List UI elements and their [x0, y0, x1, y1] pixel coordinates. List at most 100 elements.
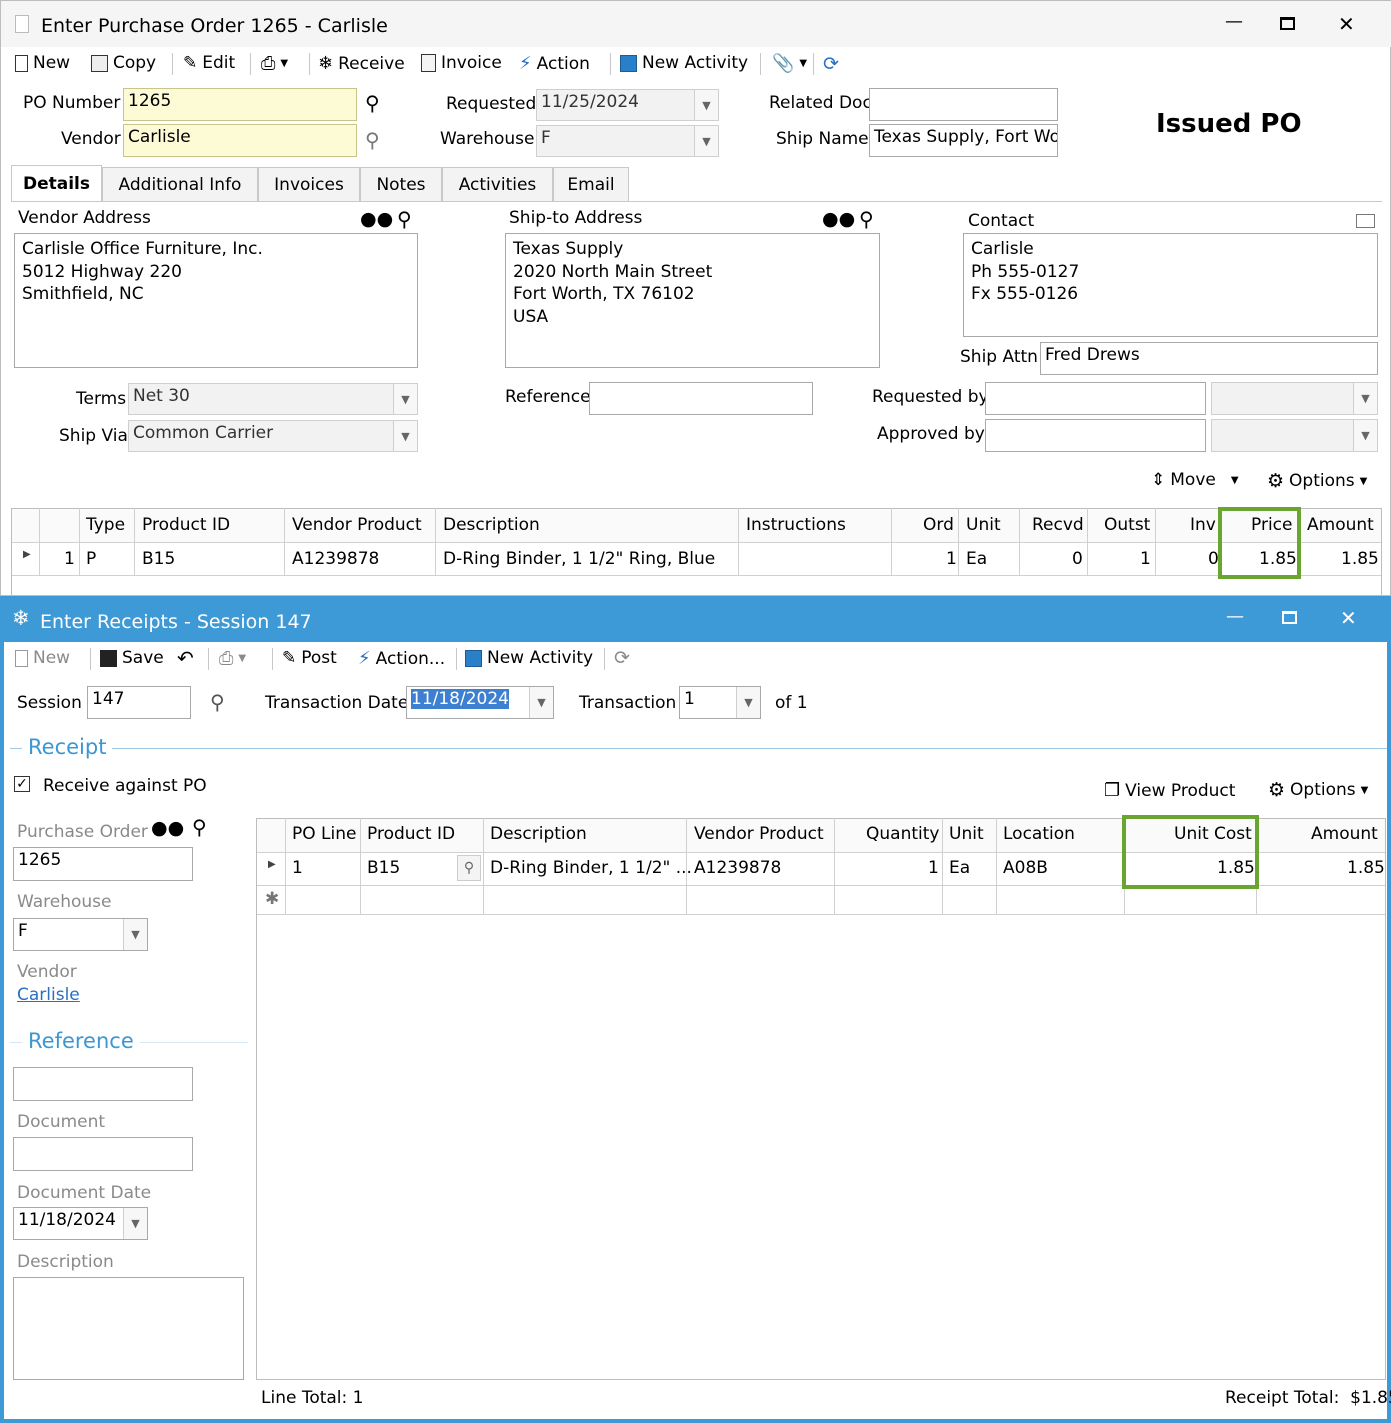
new-activity-button[interactable]: New Activity [620, 53, 748, 73]
new-button[interactable]: New [15, 53, 70, 73]
requested-date-field[interactable]: 11/25/2024 ▼ [536, 89, 719, 121]
chevron-down-icon[interactable]: ▼ [694, 90, 718, 120]
column-header-quantity[interactable]: Quantity [866, 824, 939, 844]
column-header-ord[interactable]: Ord [923, 515, 954, 535]
column-header-vendor-product[interactable]: Vendor Product [292, 515, 422, 535]
attachment-button[interactable]: 📎 ▼ [772, 53, 807, 74]
tab-invoices[interactable]: Invoices [258, 167, 360, 201]
contact-box[interactable]: Carlisle Ph 555-0127 Fx 555-0126 [963, 233, 1378, 337]
action-button[interactable]: ⚡ Action... [358, 648, 445, 669]
new-button[interactable]: New [15, 648, 70, 668]
tab-activities[interactable]: Activities [442, 167, 553, 201]
chevron-down-icon[interactable]: ▼ [529, 687, 553, 718]
chevron-down-icon[interactable]: ▼ [123, 919, 147, 950]
chevron-down-icon[interactable]: ▼ [1353, 420, 1377, 451]
chevron-down-icon[interactable]: ▼ [123, 1208, 147, 1239]
copy-button[interactable]: Copy [91, 53, 156, 73]
post-button[interactable]: ✎ Post [282, 648, 337, 668]
close-button[interactable]: ✕ [1338, 12, 1355, 36]
document-input[interactable] [13, 1137, 193, 1171]
refresh-button[interactable]: ⟳ [614, 647, 630, 669]
column-header-inv[interactable]: Inv [1190, 515, 1216, 535]
maximize-button[interactable] [1280, 17, 1295, 30]
chevron-down-icon[interactable]: ▼ [1353, 383, 1377, 414]
maximize-button[interactable] [1282, 611, 1297, 624]
column-header-amount[interactable]: Amount [1311, 824, 1378, 844]
view-product-button[interactable]: ❐ View Product [1104, 780, 1235, 801]
chevron-down-icon[interactable]: ▼ [393, 421, 417, 451]
move-button[interactable]: ⇕ Move ▼ [1151, 470, 1239, 490]
receive-against-po-checkbox[interactable]: ✓ [14, 776, 30, 792]
terms-select[interactable]: Net 30 ▼ [128, 383, 418, 415]
approved-by-select[interactable]: ▼ [1211, 419, 1378, 452]
column-header-outst[interactable]: Outst [1104, 515, 1150, 535]
column-header-po-line[interactable]: PO Line [292, 824, 356, 844]
binoculars-icon[interactable]: ●● [822, 208, 855, 230]
action-button[interactable]: ⚡ Action [519, 53, 590, 74]
column-header-product-id[interactable]: Product ID [367, 824, 455, 844]
binoculars-icon[interactable]: ●● [360, 208, 393, 230]
ship-name-input[interactable]: Texas Supply, Fort Wort [869, 124, 1058, 157]
invoice-button[interactable]: Invoice [421, 53, 502, 73]
tab-email[interactable]: Email [553, 167, 629, 201]
column-header-recvd[interactable]: Recvd [1032, 515, 1084, 535]
chevron-down-icon[interactable]: ▼ [393, 384, 417, 414]
po-number-search-icon[interactable]: ⚲ [365, 91, 380, 115]
approved-by-input[interactable] [985, 419, 1206, 452]
vendor-input[interactable]: Carlisle [123, 124, 357, 157]
ship-to-address-box[interactable]: Texas Supply 2020 North Main Street Fort… [505, 233, 880, 368]
tab-additional-info[interactable]: Additional Info [102, 167, 258, 201]
undo-button[interactable]: ↶ [177, 646, 194, 670]
receive-against-po-label[interactable]: Receive against PO [43, 776, 207, 796]
chevron-down-icon[interactable]: ▼ [736, 687, 760, 718]
product-lookup-icon[interactable]: ⚲ [457, 855, 481, 881]
contact-card-icon[interactable] [1356, 214, 1375, 228]
chevron-down-icon[interactable]: ▼ [694, 126, 718, 156]
map-pin-icon[interactable]: ⚲ [859, 207, 874, 231]
transaction-select[interactable]: 1 ▼ [679, 686, 761, 719]
document-date-field[interactable]: 11/18/2024 ▼ [13, 1207, 148, 1240]
session-search-icon[interactable]: ⚲ [210, 690, 225, 714]
table-row[interactable]: ▶ 1 P B15 A1239878 D-Ring Binder, 1 1/2"… [11, 542, 1382, 575]
minimize-button[interactable]: — [1225, 11, 1243, 32]
column-header-product-id[interactable]: Product ID [142, 515, 230, 535]
column-header-description[interactable]: Description [490, 824, 587, 844]
requested-by-select[interactable]: ▼ [1211, 382, 1378, 415]
tab-details[interactable]: Details [11, 165, 102, 201]
map-pin-icon[interactable]: ⚲ [397, 207, 412, 231]
close-button[interactable]: ✕ [1340, 606, 1357, 630]
binoculars-icon[interactable]: ●● [151, 817, 184, 839]
ship-attn-input[interactable]: Fred Drews [1040, 342, 1378, 375]
column-header-location[interactable]: Location [1003, 824, 1075, 844]
receive-button[interactable]: ❄ Receive [318, 53, 405, 74]
reference-input[interactable] [13, 1067, 193, 1101]
print-button[interactable]: ⎙ ▼ [219, 648, 246, 669]
new-activity-button[interactable]: New Activity [465, 648, 593, 668]
new-row-asterisk-icon[interactable]: ✱ [265, 889, 279, 909]
related-doc-input[interactable] [869, 88, 1058, 121]
po-number-input[interactable]: 1265 [123, 88, 357, 121]
warehouse-select[interactable]: F ▼ [536, 125, 719, 157]
save-button[interactable]: Save [100, 648, 164, 668]
vendor-search-icon[interactable]: ⚲ [365, 128, 380, 152]
session-input[interactable]: 147 [87, 686, 191, 719]
print-button[interactable]: ⎙ ▼ [261, 53, 288, 74]
options-button[interactable]: ⚙ Options ▼ [1268, 779, 1368, 801]
column-header-description[interactable]: Description [443, 515, 540, 535]
column-header-unit[interactable]: Unit [966, 515, 1001, 535]
tab-notes[interactable]: Notes [360, 167, 442, 201]
edit-button[interactable]: ✎ Edit [183, 53, 235, 73]
column-header-unit[interactable]: Unit [949, 824, 984, 844]
warehouse-select[interactable]: F ▼ [13, 918, 148, 951]
vendor-link[interactable]: Carlisle [17, 985, 80, 1005]
ship-via-select[interactable]: Common Carrier ▼ [128, 420, 418, 452]
purchase-order-input[interactable]: 1265 [13, 847, 193, 881]
options-button[interactable]: ⚙ Options ▼ [1267, 470, 1367, 492]
column-header-amount[interactable]: Amount [1307, 515, 1374, 535]
transaction-date-field[interactable]: 11/18/2024 ▼ [406, 686, 554, 719]
description-textarea[interactable] [13, 1277, 244, 1380]
search-icon[interactable]: ⚲ [192, 815, 207, 839]
column-header-vendor-product[interactable]: Vendor Product [694, 824, 824, 844]
column-header-type[interactable]: Type [86, 515, 125, 535]
refresh-button[interactable]: ⟳ [823, 53, 839, 75]
